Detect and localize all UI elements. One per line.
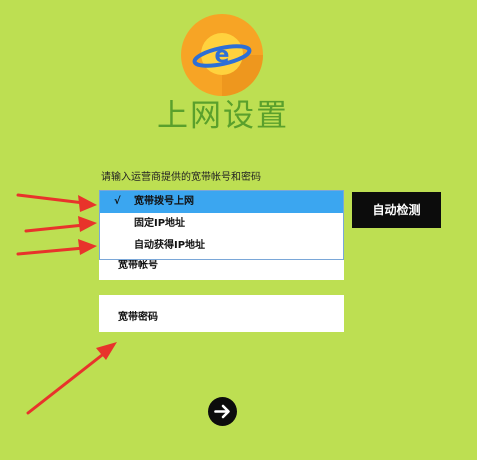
annotation-arrow-2-head: [78, 216, 97, 232]
arrow-right-circle-icon[interactable]: [208, 397, 237, 426]
annotation-arrow-1: [16, 193, 86, 205]
dropdown-option-label: 固定IP地址: [134, 218, 186, 229]
password-field-label: 宽带密码: [118, 312, 158, 323]
annotation-arrow-3: [16, 246, 86, 256]
dropdown-option-label: 自动获得IP地址: [134, 240, 206, 251]
svg-text:e: e: [215, 43, 230, 68]
connection-type-dropdown[interactable]: √ 宽带拨号上网 固定IP地址 自动获得IP地址: [99, 190, 344, 260]
annotation-arrow-2: [24, 223, 86, 233]
password-field[interactable]: 宽带密码: [99, 295, 344, 332]
annotation-arrow-3-head: [78, 239, 97, 255]
dropdown-option-label: 宽带拨号上网: [134, 196, 194, 207]
browser-e-planet-icon: e: [181, 14, 263, 96]
dropdown-option-pppoe[interactable]: √ 宽带拨号上网: [100, 191, 343, 213]
annotation-arrow-4: [26, 350, 108, 415]
instruction-text: 请输入运营商提供的宽带帐号和密码: [101, 172, 261, 183]
annotation-arrow-4-head: [96, 342, 117, 360]
annotation-arrow-1-head: [78, 195, 97, 212]
page-title: 上网设置: [157, 98, 289, 134]
auto-detect-button[interactable]: 自动检测: [352, 192, 441, 228]
dropdown-option-dhcp[interactable]: 自动获得IP地址: [100, 235, 343, 257]
dropdown-option-static-ip[interactable]: 固定IP地址: [100, 213, 343, 235]
checkmark-icon: √: [114, 196, 121, 207]
